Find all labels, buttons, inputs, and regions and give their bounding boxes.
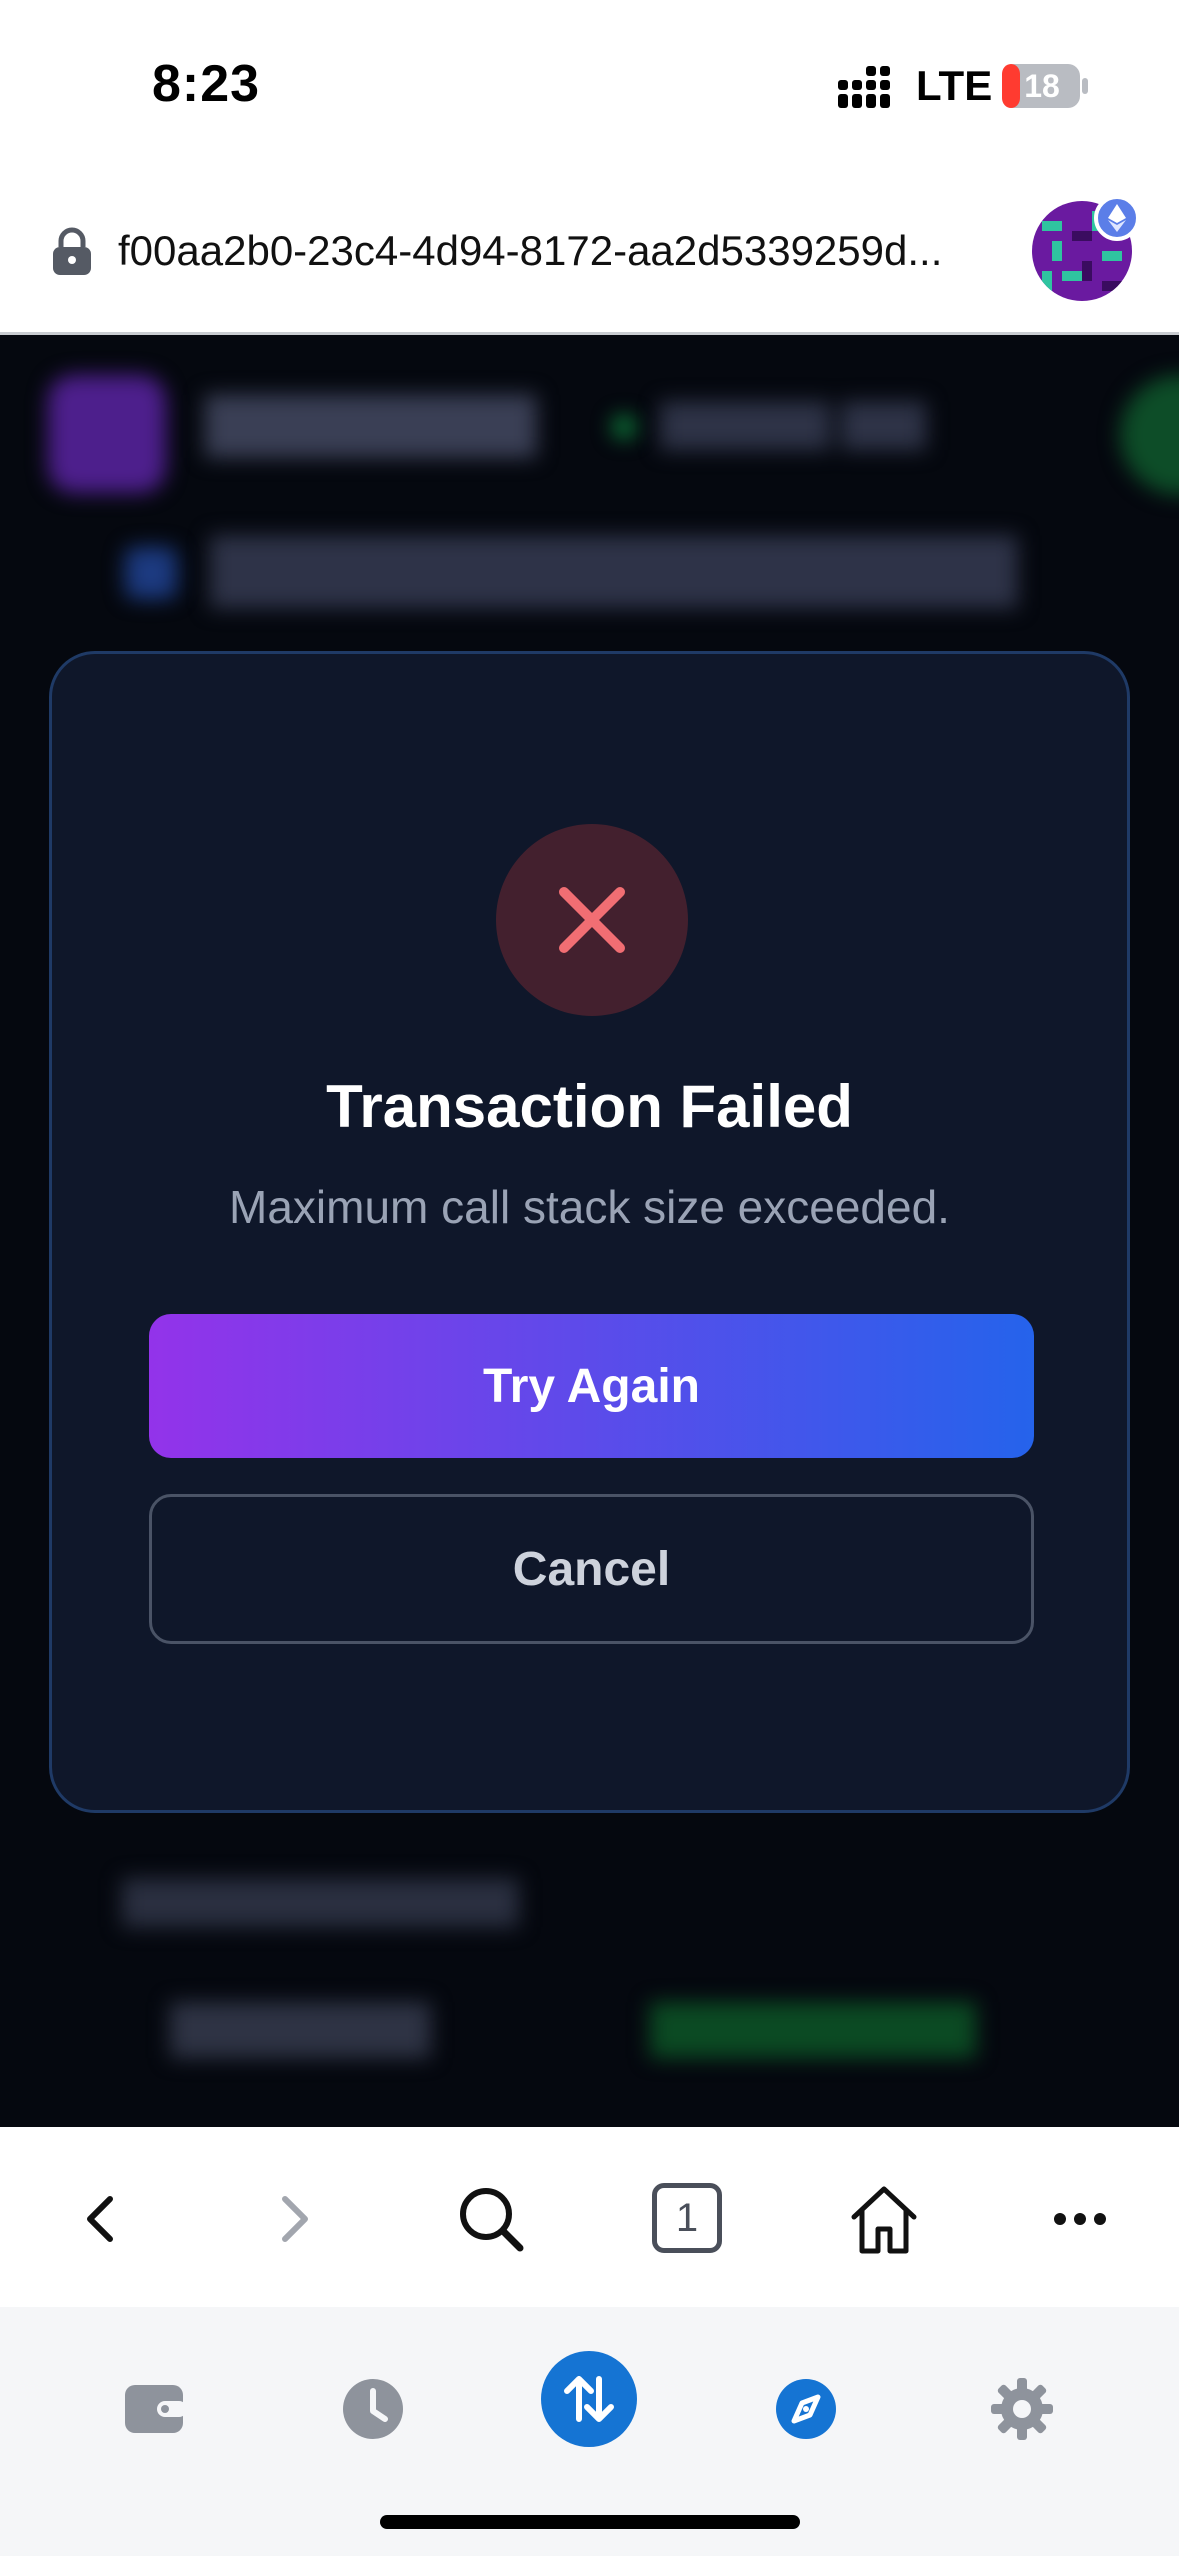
explore-icon xyxy=(776,2379,836,2439)
status-time: 8:23 xyxy=(152,55,261,113)
browser-toolbar: 1 xyxy=(0,2127,1179,2307)
home-button[interactable] xyxy=(844,2179,924,2259)
forward-button[interactable] xyxy=(255,2179,335,2259)
home-indicator[interactable] xyxy=(380,2515,800,2529)
settings-icon xyxy=(991,2378,1053,2440)
cellular-signal-icon xyxy=(838,66,890,108)
swap-icon xyxy=(564,2376,614,2422)
nav-explore[interactable] xyxy=(756,2359,856,2459)
page-heading-blurred: ███████████████████ xyxy=(210,536,1018,603)
tabs-button[interactable]: 1 xyxy=(652,2183,722,2253)
balance-blurred: ██████ ███ xyxy=(660,403,927,447)
home-icon xyxy=(851,2186,917,2254)
period-label-blurred: ████████ xyxy=(170,2002,431,2054)
history-icon xyxy=(343,2379,403,2439)
cancel-button[interactable]: Cancel xyxy=(149,1494,1034,1644)
network-type: LTE xyxy=(916,62,993,109)
nav-history[interactable] xyxy=(323,2359,423,2459)
rewards-label-blurred: ██████████████ xyxy=(122,1880,519,1924)
site-brand-blurred: █████████ xyxy=(205,396,537,454)
back-button[interactable] xyxy=(60,2179,140,2259)
connection-dot xyxy=(612,415,636,439)
ethereum-network-badge xyxy=(1094,195,1140,241)
more-button[interactable] xyxy=(1040,2179,1120,2259)
search-button[interactable] xyxy=(451,2179,531,2259)
wallet-icon xyxy=(125,2385,187,2433)
nav-settings[interactable] xyxy=(972,2359,1072,2459)
battery-percentage: 18 xyxy=(1024,67,1060,104)
search-icon xyxy=(460,2188,524,2252)
site-logo xyxy=(48,375,166,493)
error-indicator xyxy=(496,824,688,1016)
reward-value-blurred: ██████████ xyxy=(650,2002,976,2054)
network-circle xyxy=(1120,375,1179,495)
transaction-failed-dialog: Transaction Failed Maximum call stack si… xyxy=(49,651,1130,1813)
more-icon xyxy=(1054,2213,1106,2225)
forward-icon xyxy=(282,2196,308,2242)
stake-icon xyxy=(125,547,177,599)
nav-wallet[interactable] xyxy=(106,2359,206,2459)
close-x-icon xyxy=(559,887,625,953)
status-bar: 8:23 LTE 18 xyxy=(0,0,1179,175)
back-icon xyxy=(87,2196,113,2242)
address-bar: f00aa2b0-23c4-4d94-8172-aa2d5339259d... xyxy=(0,175,1179,335)
error-message: Maximum call stack size exceeded. xyxy=(229,1181,950,1233)
nav-swap[interactable] xyxy=(541,2351,637,2447)
try-again-button[interactable]: Try Again xyxy=(149,1314,1034,1458)
url-field[interactable]: f00aa2b0-23c4-4d94-8172-aa2d5339259d... xyxy=(118,227,998,275)
ethereum-icon xyxy=(1108,204,1126,232)
dialog-title: Transaction Failed xyxy=(326,1073,853,1140)
lock-icon xyxy=(53,227,91,275)
